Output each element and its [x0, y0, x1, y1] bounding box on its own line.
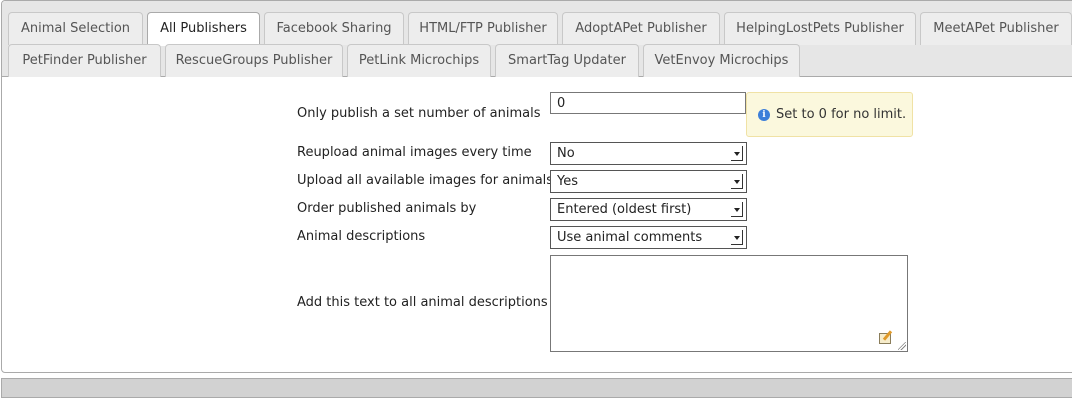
descriptions-select[interactable]: Use animal comments — [550, 226, 747, 249]
info-icon: i — [758, 109, 770, 121]
tab-facebook-sharing[interactable]: Facebook Sharing — [264, 12, 404, 45]
tab-adoptapet-publisher[interactable]: AdoptAPet Publisher — [562, 12, 720, 45]
chevron-down-icon[interactable] — [731, 146, 743, 161]
edit-icon[interactable] — [879, 333, 891, 344]
tab-html-ftp-publisher[interactable]: HTML/FTP Publisher — [408, 12, 558, 45]
order-select[interactable]: Entered (oldest first) — [550, 198, 747, 221]
upload-all-select[interactable]: Yes — [550, 170, 747, 193]
publisher-tabs: Animal Selection All Publishers Facebook… — [2, 1, 1072, 77]
upload-all-label: Upload all available images for animals — [297, 173, 554, 188]
limit-label: Only publish a set number of animals — [297, 106, 541, 121]
reupload-select[interactable]: No — [550, 142, 747, 165]
limit-hint-text: Set to 0 for no limit. — [776, 107, 907, 122]
resize-grip-icon[interactable] — [898, 342, 906, 350]
descriptions-select-value: Use animal comments — [557, 230, 703, 245]
tab-all-publishers[interactable]: All Publishers — [147, 12, 260, 46]
tab-rescuegroups-publisher[interactable]: RescueGroups Publisher — [165, 44, 343, 77]
tab-helpinglostpets-publisher[interactable]: HelpingLostPets Publisher — [724, 12, 916, 45]
tab-vetenvoy-microchips[interactable]: VetEnvoy Microchips — [643, 44, 800, 77]
bottom-button-bar — [1, 378, 1072, 398]
upload-all-select-value: Yes — [557, 174, 578, 189]
chevron-down-icon[interactable] — [731, 174, 743, 189]
order-label: Order published animals by — [297, 201, 477, 216]
order-select-value: Entered (oldest first) — [557, 202, 692, 217]
extra-text-textarea[interactable] — [550, 255, 908, 352]
tab-animal-selection[interactable]: Animal Selection — [8, 12, 143, 45]
tab-petlink-microchips[interactable]: PetLink Microchips — [347, 44, 491, 77]
chevron-down-icon[interactable] — [731, 230, 743, 245]
extra-text-label: Add this text to all animal descriptions — [297, 295, 548, 310]
descriptions-label: Animal descriptions — [297, 229, 426, 244]
reupload-label: Reupload animal images every time — [297, 145, 532, 160]
tab-smarttag-updater[interactable]: SmartTag Updater — [495, 44, 639, 77]
tab-meetapet-publisher[interactable]: MeetAPet Publisher — [920, 12, 1072, 45]
limit-hint: i Set to 0 for no limit. — [746, 92, 913, 137]
chevron-down-icon[interactable] — [731, 202, 743, 217]
limit-input[interactable] — [550, 92, 746, 114]
reupload-select-value: No — [557, 146, 575, 161]
tab-petfinder-publisher[interactable]: PetFinder Publisher — [8, 44, 161, 77]
